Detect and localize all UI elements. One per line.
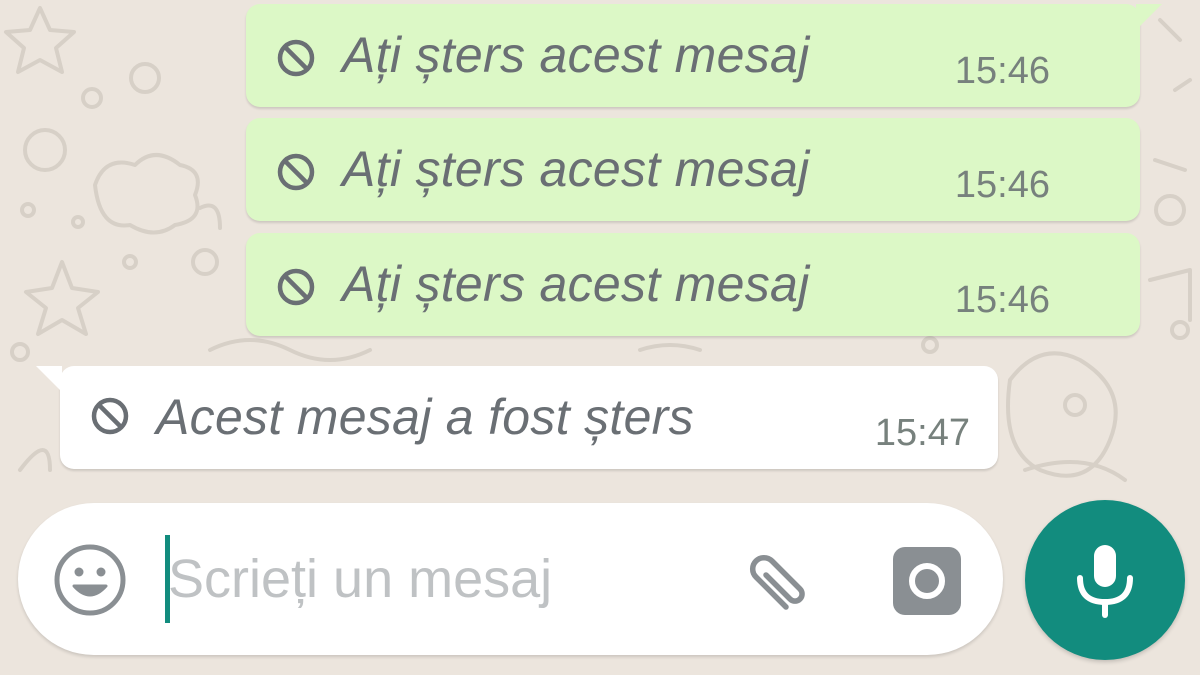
star-doodle-2 (24, 260, 100, 336)
cloud-doodle (93, 153, 200, 235)
message-text: Ați șters acest mesaj (342, 27, 810, 83)
message-text: Ați șters acest mesaj (342, 256, 810, 312)
deleted-ban-icon (277, 39, 315, 77)
deleted-ban-icon (277, 153, 315, 191)
incoming-message-bubble[interactable]: Acest mesaj a fost șters 15:47 (36, 366, 998, 469)
message-input[interactable] (168, 539, 708, 619)
outgoing-message-bubble[interactable]: Ați șters acest mesaj 15:46 (246, 4, 1162, 107)
message-text: Ați șters acest mesaj (342, 141, 810, 197)
message-time: 15:46 (954, 164, 1050, 206)
note-doodle (1148, 268, 1192, 322)
message-time: 15:46 (954, 50, 1050, 92)
voice-record-button[interactable] (1025, 500, 1185, 660)
message-time: 15:47 (874, 412, 970, 454)
message-text: Acest mesaj a fost șters (156, 389, 694, 445)
message-composer (18, 503, 1003, 655)
message-time: 15:46 (954, 279, 1050, 321)
outgoing-message-bubble[interactable]: Ați șters acest mesaj 15:46 (246, 118, 1140, 221)
star-doodle (4, 6, 76, 74)
emoji-smile-icon[interactable] (52, 542, 128, 618)
paperclip-icon[interactable] (736, 541, 818, 623)
camera-icon[interactable] (891, 545, 963, 617)
deleted-ban-icon (91, 397, 129, 435)
outgoing-message-bubble[interactable]: Ați șters acest mesaj 15:46 (246, 233, 1140, 336)
microphone-icon (1077, 545, 1133, 618)
circle-doodle (129, 62, 161, 94)
deleted-ban-icon (277, 268, 315, 306)
